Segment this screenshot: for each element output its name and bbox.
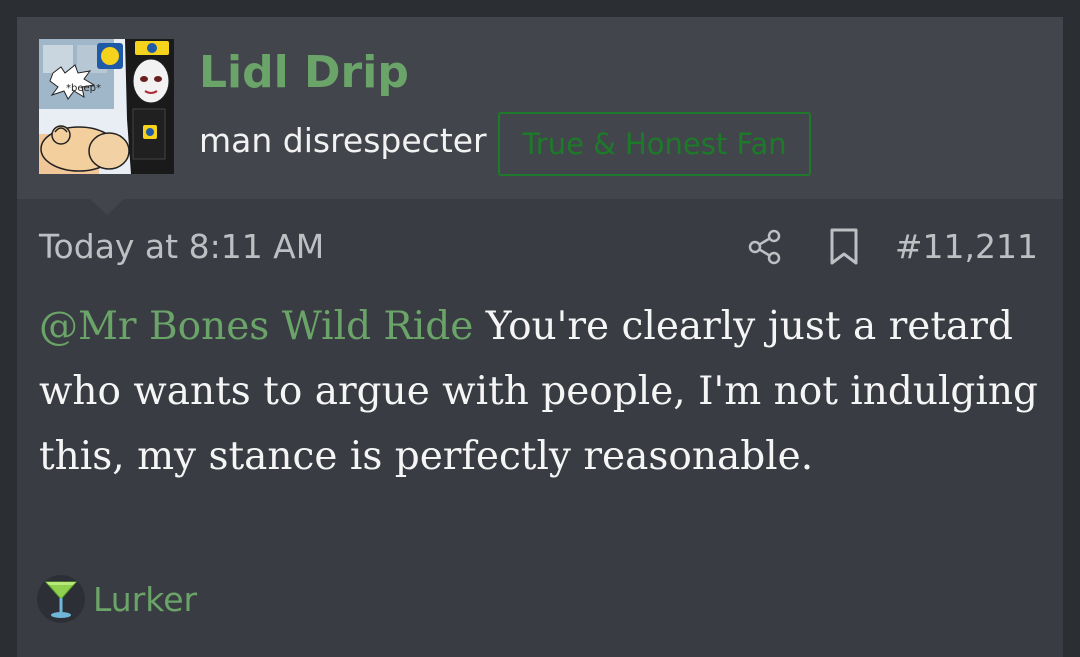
forum-post: *beep* Lidl Drip man disrespecter True &… bbox=[17, 17, 1063, 657]
bookmark-icon[interactable] bbox=[829, 228, 859, 266]
cocktail-icon bbox=[37, 575, 85, 623]
svg-text:*beep*: *beep* bbox=[66, 83, 101, 94]
share-icon[interactable] bbox=[747, 229, 783, 265]
post-header: *beep* Lidl Drip man disrespecter True &… bbox=[17, 17, 1063, 199]
user-banner: True & Honest Fan bbox=[498, 112, 811, 176]
header-pointer bbox=[90, 199, 124, 215]
post-body: @Mr Bones Wild Ride You're clearly just … bbox=[39, 294, 1049, 489]
avatar[interactable]: *beep* bbox=[39, 39, 174, 174]
avatar-image: *beep* bbox=[39, 39, 174, 174]
author-name[interactable]: Lidl Drip bbox=[199, 47, 409, 100]
user-mention[interactable]: @Mr Bones Wild Ride bbox=[39, 304, 473, 349]
post-date[interactable]: Today at 8:11 AM bbox=[39, 227, 324, 266]
author-title: man disrespecter bbox=[199, 121, 487, 160]
signature-label: Lurker bbox=[93, 579, 198, 619]
post-number[interactable]: #11,211 bbox=[895, 227, 1038, 266]
signature: Lurker bbox=[37, 575, 198, 623]
